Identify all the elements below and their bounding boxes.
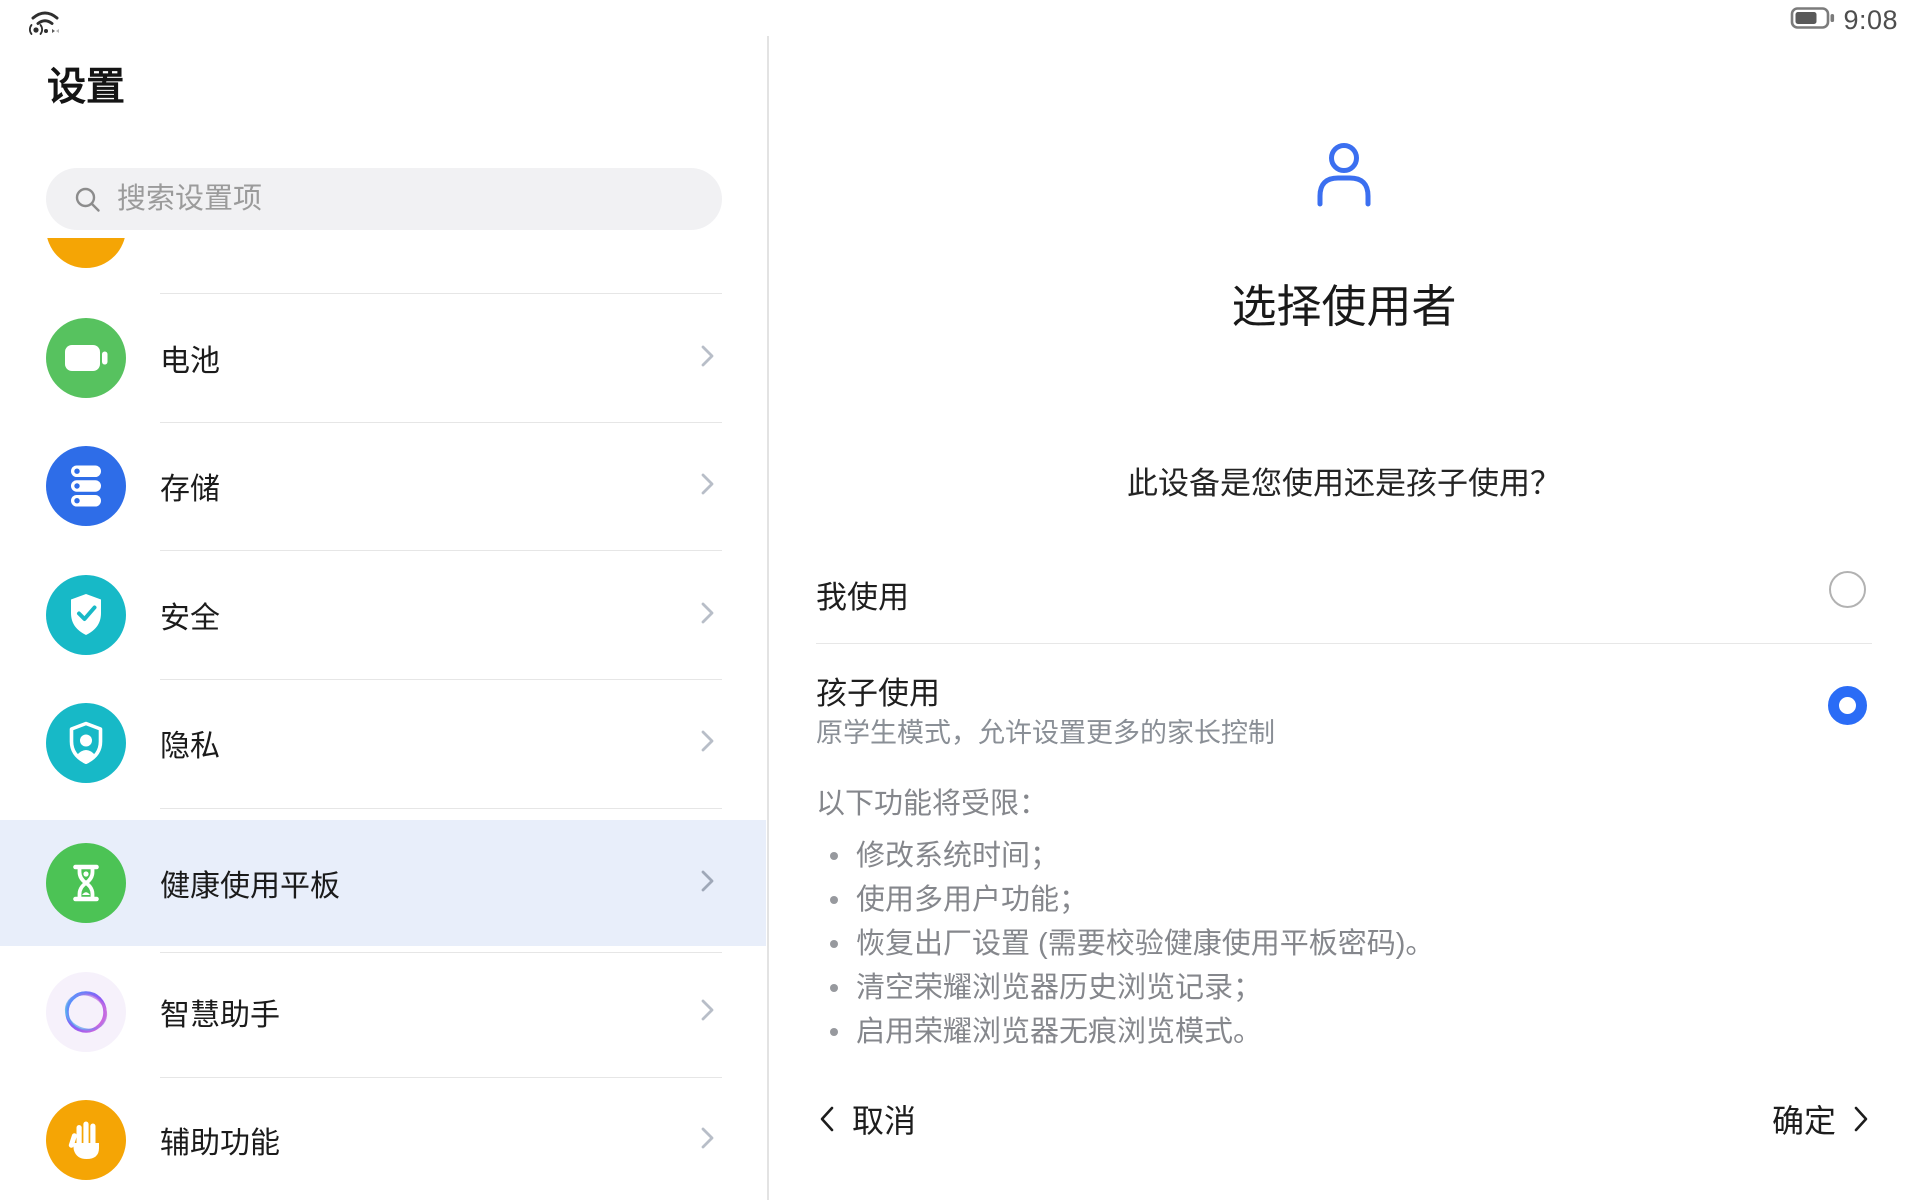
sidebar-item-battery[interactable]: 电池	[0, 294, 766, 422]
search-icon	[74, 186, 101, 213]
bullet-icon	[830, 940, 838, 948]
storage-icon	[46, 446, 126, 526]
hand-icon	[46, 1100, 126, 1180]
sidebar-item-label: 隐私	[160, 721, 220, 765]
confirm-label: 确定	[1772, 1096, 1836, 1142]
restriction-text: 修改系统时间；	[856, 834, 1059, 878]
chevron-left-icon	[816, 1104, 838, 1134]
restrictions-heading: 以下功能将受限：	[816, 786, 1872, 822]
bullet-icon	[830, 984, 838, 992]
radio-me[interactable]	[1829, 571, 1866, 608]
sidebar-item-label: 健康使用平板	[160, 861, 340, 905]
privacy-shield-icon	[46, 703, 126, 783]
assistant-swirl-icon	[46, 972, 126, 1052]
bullet-icon	[830, 852, 838, 860]
list-item: 使用多用户功能；	[816, 878, 1872, 922]
cancel-label: 取消	[852, 1096, 916, 1142]
search-input[interactable]	[117, 183, 712, 216]
chevron-right-icon	[692, 469, 722, 504]
chevron-right-icon	[692, 598, 722, 633]
chevron-right-icon	[692, 726, 722, 761]
sidebar-item-label: 电池	[160, 336, 220, 380]
sidebar-item-label: 安全	[160, 593, 220, 637]
list-item: 启用荣耀浏览器无痕浏览模式。	[816, 1010, 1872, 1054]
chevron-right-icon	[692, 341, 722, 376]
restriction-text: 清空荣耀浏览器历史浏览记录；	[856, 966, 1262, 1010]
chevron-right-icon	[1850, 1104, 1872, 1134]
restrictions-block: 以下功能将受限： 修改系统时间； 使用多用户功能； 恢复出厂设置 (需要校验健康…	[816, 786, 1872, 1054]
settings-sidebar: 设置 电池	[0, 0, 766, 1200]
sidebar-item-label: 智慧助手	[160, 990, 280, 1034]
restriction-text: 使用多用户功能；	[856, 878, 1088, 922]
confirm-button[interactable]: 确定	[1772, 1096, 1872, 1142]
person-icon	[1312, 142, 1376, 210]
option-divider	[816, 643, 1872, 644]
option-label-child[interactable]: 孩子使用	[816, 668, 940, 713]
restriction-text: 启用荣耀浏览器无痕浏览模式。	[856, 1010, 1262, 1054]
select-user-panel: 选择使用者 此设备是您使用还是孩子使用？ 我使用 孩子使用 原学生模式，允许设置…	[768, 0, 1920, 1200]
list-item: 恢复出厂设置 (需要校验健康使用平板密码)。	[816, 922, 1872, 966]
sidebar-item-security[interactable]: 安全	[0, 551, 766, 679]
list-item: 修改系统时间；	[816, 834, 1872, 878]
chevron-right-icon	[692, 995, 722, 1030]
security-shield-icon	[46, 575, 126, 655]
dialog-question: 此设备是您使用还是孩子使用？	[768, 458, 1920, 503]
sidebar-item-assistant[interactable]: 智慧助手	[0, 948, 766, 1076]
sidebar-item-label: 存储	[160, 464, 220, 508]
option-label-me[interactable]: 我使用	[816, 572, 909, 617]
cancel-button[interactable]: 取消	[816, 1096, 916, 1142]
sidebar-item-storage[interactable]: 存储	[0, 422, 766, 550]
battery-icon	[46, 318, 126, 398]
sidebar-item-privacy[interactable]: 隐私	[0, 679, 766, 807]
sidebar-item-label: 辅助功能	[160, 1118, 280, 1162]
sidebar-item-accessibility[interactable]: 辅助功能	[0, 1076, 766, 1200]
chevron-right-icon	[692, 1123, 722, 1158]
sidebar-item-digital-wellbeing[interactable]: 健康使用平板	[0, 819, 766, 947]
scrolled-item-partial-icon	[46, 238, 126, 268]
hourglass-icon	[46, 843, 126, 923]
restrictions-list: 修改系统时间； 使用多用户功能； 恢复出厂设置 (需要校验健康使用平板密码)。 …	[816, 834, 1872, 1054]
chevron-right-icon	[692, 866, 722, 901]
page-title: 设置	[47, 56, 125, 112]
bullet-icon	[830, 1028, 838, 1036]
radio-child-selected[interactable]	[1828, 686, 1867, 725]
option-description-child: 原学生模式，允许设置更多的家长控制	[816, 711, 1275, 750]
bullet-icon	[830, 896, 838, 904]
search-box[interactable]	[46, 168, 722, 230]
dialog-title: 选择使用者	[768, 270, 1920, 335]
settings-list: 电池 存储	[0, 238, 766, 1200]
list-divider	[160, 808, 722, 809]
restriction-text: 恢复出厂设置 (需要校验健康使用平板密码)。	[856, 922, 1434, 966]
list-item: 清空荣耀浏览器历史浏览记录；	[816, 966, 1872, 1010]
